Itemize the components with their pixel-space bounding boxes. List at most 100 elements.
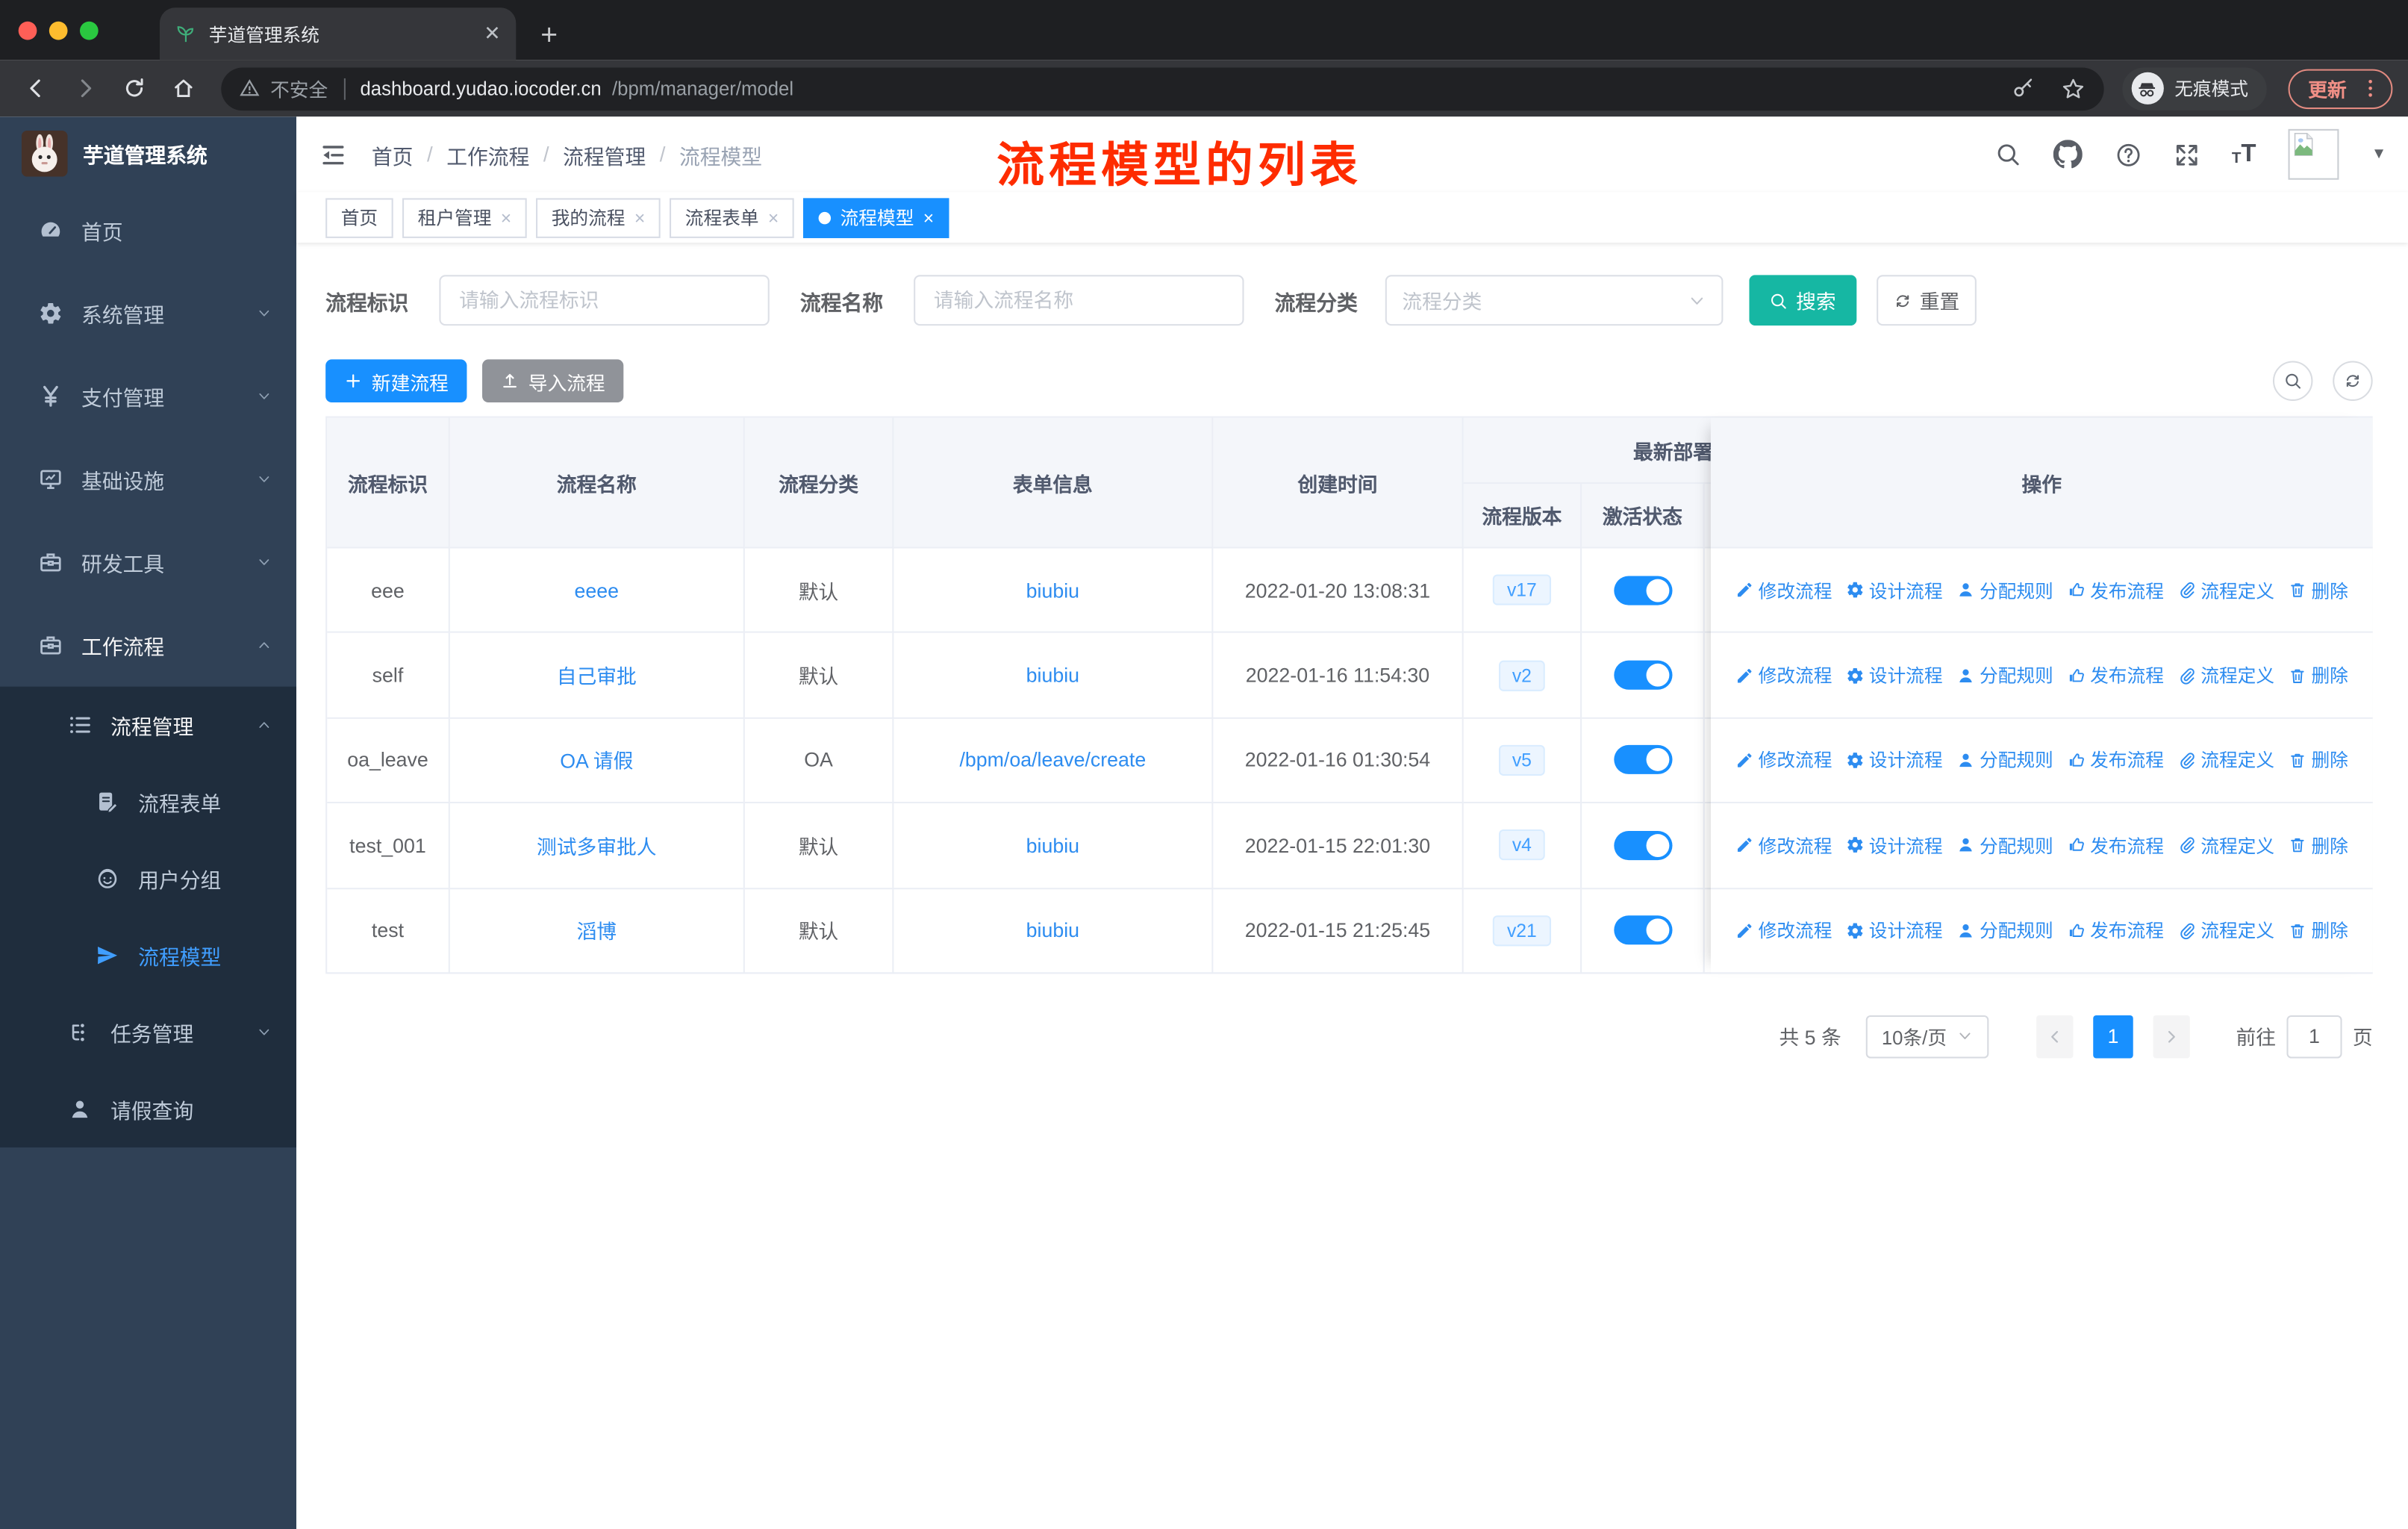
form-info-link[interactable]: /bpm/oa/leave/create <box>959 749 1146 772</box>
action-设计流程[interactable]: 设计流程 <box>1846 662 1943 688</box>
update-button[interactable]: 更新 <box>2288 68 2393 109</box>
tag-首页[interactable]: 首页 <box>325 197 393 237</box>
reset-button[interactable]: 重置 <box>1877 275 1977 326</box>
next-page-button[interactable] <box>2153 1014 2190 1058</box>
active-toggle[interactable] <box>1613 830 1672 860</box>
sidebar-item-系统管理[interactable]: 系统管理 <box>0 272 296 355</box>
action-流程定义[interactable]: 流程定义 <box>2177 577 2274 603</box>
sidebar-item-研发工具[interactable]: 研发工具 <box>0 520 296 603</box>
action-分配规则[interactable]: 分配规则 <box>1956 577 2053 603</box>
goto-page-input[interactable] <box>2286 1014 2342 1058</box>
sidebar-item-流程管理[interactable]: 流程管理 <box>0 687 296 764</box>
sidebar-item-支付管理[interactable]: 支付管理 <box>0 355 296 437</box>
filter-id-input[interactable] <box>439 275 770 326</box>
action-删除[interactable]: 删除 <box>2289 918 2348 944</box>
action-发布流程[interactable]: 发布流程 <box>2067 577 2164 603</box>
active-toggle[interactable] <box>1613 745 1672 775</box>
action-设计流程[interactable]: 设计流程 <box>1846 918 1943 944</box>
sidebar-item-用户分组[interactable]: 用户分组 <box>0 840 296 917</box>
back-icon[interactable] <box>16 69 55 108</box>
action-分配规则[interactable]: 分配规则 <box>1956 918 2053 944</box>
sidebar-item-请假查询[interactable]: 请假查询 <box>0 1071 296 1147</box>
action-流程定义[interactable]: 流程定义 <box>2177 662 2274 688</box>
sidebar-item-任务管理[interactable]: 任务管理 <box>0 994 296 1071</box>
avatar-caret-icon[interactable]: ▼ <box>2371 146 2386 163</box>
menu-dots-icon[interactable] <box>2359 77 2382 100</box>
browser-tab[interactable]: 芋道管理系统 ✕ <box>159 7 517 60</box>
tag-我的流程[interactable]: 我的流程 × <box>536 197 661 237</box>
action-设计流程[interactable]: 设计流程 <box>1846 747 1943 773</box>
tag-close-icon[interactable]: × <box>634 207 645 228</box>
breadcrumb-item-工作流程[interactable]: 工作流程 <box>446 139 529 169</box>
action-发布流程[interactable]: 发布流程 <box>2067 747 2164 773</box>
action-发布流程[interactable]: 发布流程 <box>2067 832 2164 859</box>
sidebar-item-流程模型[interactable]: 流程模型 <box>0 917 296 994</box>
breadcrumb-item-流程管理[interactable]: 流程管理 <box>563 139 646 169</box>
user-avatar[interactable] <box>2288 128 2339 180</box>
action-修改流程[interactable]: 修改流程 <box>1735 577 1832 603</box>
form-info-link[interactable]: biubiu <box>1026 579 1079 602</box>
new-tab-button[interactable]: + <box>540 22 558 51</box>
process-name-link[interactable]: eeee <box>575 579 620 602</box>
forward-icon[interactable] <box>64 69 104 108</box>
address-bar[interactable]: 不安全 dashboard.yudao.iocoder.cn/bpm/manag… <box>221 66 2104 110</box>
filter-category-select[interactable]: 流程分类 <box>1385 275 1724 326</box>
reload-icon[interactable] <box>113 69 153 108</box>
sidebar-item-首页[interactable]: 首页 <box>0 189 296 272</box>
github-icon[interactable] <box>2053 140 2083 169</box>
process-name-link[interactable]: 测试多审批人 <box>537 831 657 860</box>
search-button[interactable]: 搜索 <box>1749 275 1857 326</box>
action-设计流程[interactable]: 设计流程 <box>1846 577 1943 603</box>
collapse-sidebar-icon[interactable] <box>319 140 347 168</box>
key-icon[interactable] <box>2012 77 2035 100</box>
filter-name-input[interactable] <box>914 275 1244 326</box>
tag-流程模型[interactable]: 流程模型 × <box>803 197 949 237</box>
fullscreen-icon[interactable] <box>2175 142 2200 166</box>
action-删除[interactable]: 删除 <box>2289 832 2348 859</box>
tab-close-icon[interactable]: ✕ <box>484 22 500 46</box>
breadcrumb-item-首页[interactable]: 首页 <box>372 139 414 169</box>
security-label[interactable]: 不安全 <box>270 74 328 103</box>
tag-close-icon[interactable]: × <box>768 207 779 228</box>
font-size-icon[interactable]: TT <box>2232 141 2256 166</box>
action-流程定义[interactable]: 流程定义 <box>2177 747 2274 773</box>
form-info-link[interactable]: biubiu <box>1026 664 1079 687</box>
action-流程定义[interactable]: 流程定义 <box>2177 918 2274 944</box>
action-删除[interactable]: 删除 <box>2289 662 2348 688</box>
action-设计流程[interactable]: 设计流程 <box>1846 832 1943 859</box>
sidebar-item-流程表单[interactable]: 流程表单 <box>0 764 296 841</box>
sidebar-item-基础设施[interactable]: 基础设施 <box>0 437 296 520</box>
tag-租户管理[interactable]: 租户管理 × <box>402 197 527 237</box>
sidebar-item-工作流程[interactable]: 工作流程 <box>0 604 296 687</box>
action-修改流程[interactable]: 修改流程 <box>1735 918 1832 944</box>
action-修改流程[interactable]: 修改流程 <box>1735 747 1832 773</box>
active-toggle[interactable] <box>1613 660 1672 690</box>
active-toggle[interactable] <box>1613 915 1672 945</box>
action-分配规则[interactable]: 分配规则 <box>1956 747 2053 773</box>
action-分配规则[interactable]: 分配规则 <box>1956 662 2053 688</box>
import-flow-button[interactable]: 导入流程 <box>482 359 624 403</box>
action-流程定义[interactable]: 流程定义 <box>2177 832 2274 859</box>
toggle-search-button[interactable] <box>2272 361 2313 401</box>
close-window-button[interactable] <box>18 20 37 40</box>
home-icon[interactable] <box>163 69 202 108</box>
refresh-table-button[interactable] <box>2333 361 2373 401</box>
action-删除[interactable]: 删除 <box>2289 577 2348 603</box>
help-icon[interactable] <box>2115 140 2142 168</box>
create-flow-button[interactable]: 新建流程 <box>325 359 467 403</box>
tag-close-icon[interactable]: × <box>923 207 934 228</box>
action-删除[interactable]: 删除 <box>2289 747 2348 773</box>
process-name-link[interactable]: OA 请假 <box>560 746 633 775</box>
active-toggle[interactable] <box>1613 575 1672 605</box>
process-name-link[interactable]: 自己审批 <box>557 661 637 690</box>
prev-page-button[interactable] <box>2036 1014 2074 1058</box>
page-1-button[interactable]: 1 <box>2093 1014 2133 1058</box>
process-name-link[interactable]: 滔博 <box>577 916 617 945</box>
form-info-link[interactable]: biubiu <box>1026 919 1079 942</box>
page-size-select[interactable]: 10条/页 <box>1865 1014 1989 1058</box>
action-修改流程[interactable]: 修改流程 <box>1735 832 1832 859</box>
action-分配规则[interactable]: 分配规则 <box>1956 832 2053 859</box>
tag-流程表单[interactable]: 流程表单 × <box>670 197 794 237</box>
zoom-window-button[interactable] <box>79 20 99 40</box>
action-发布流程[interactable]: 发布流程 <box>2067 918 2164 944</box>
